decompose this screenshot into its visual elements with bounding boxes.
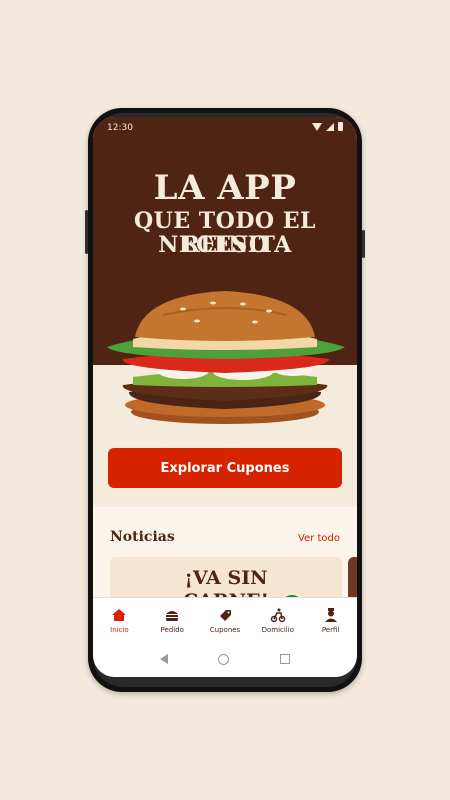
status-bar: 12:30	[93, 117, 357, 139]
signal-icon	[326, 122, 334, 131]
tab-cupones[interactable]: Cupones	[199, 598, 252, 642]
back-icon[interactable]	[160, 654, 169, 664]
tab-perfil[interactable]: Perfil	[304, 598, 357, 642]
hero-title: LA APP	[153, 168, 297, 208]
home-icon	[112, 608, 127, 621]
news-title: Noticias	[110, 529, 175, 545]
recents-icon[interactable]	[279, 654, 290, 664]
system-nav-bar	[93, 641, 357, 677]
bottom-tab-bar: Inicio Pedido Cupones Domicilio Perfil	[93, 597, 357, 642]
burger-image	[107, 291, 345, 424]
explore-coupons-button[interactable]: Explorar Cupones	[108, 448, 342, 488]
app-screen: 12:30 LA APP QUE TODO EL REINO NECESITA	[93, 117, 357, 677]
tab-domicilio[interactable]: Domicilio	[251, 598, 304, 642]
user-icon	[324, 607, 337, 622]
wifi-icon	[312, 122, 322, 131]
tab-label: Perfil	[321, 625, 340, 634]
tab-label: Cupones	[209, 625, 241, 634]
home-circle-icon[interactable]	[218, 653, 230, 665]
hero-subtitle-2: NECESITA	[158, 232, 292, 258]
tab-label: Pedido	[160, 625, 184, 634]
tab-inicio[interactable]: Inicio	[93, 598, 146, 642]
status-time: 12:30	[107, 123, 133, 133]
view-all-link[interactable]: Ver todo	[298, 533, 340, 544]
tab-pedido[interactable]: Pedido	[146, 598, 199, 642]
tab-label: Inicio	[110, 625, 129, 634]
news-card-title-line1: ¡VA SIN	[184, 567, 268, 589]
delivery-icon	[270, 608, 286, 622]
phone-side-button	[362, 230, 365, 258]
coupon-icon	[219, 609, 231, 621]
burger-icon	[166, 610, 179, 621]
battery-icon	[338, 122, 343, 131]
tab-label: Domicilio	[261, 625, 294, 634]
